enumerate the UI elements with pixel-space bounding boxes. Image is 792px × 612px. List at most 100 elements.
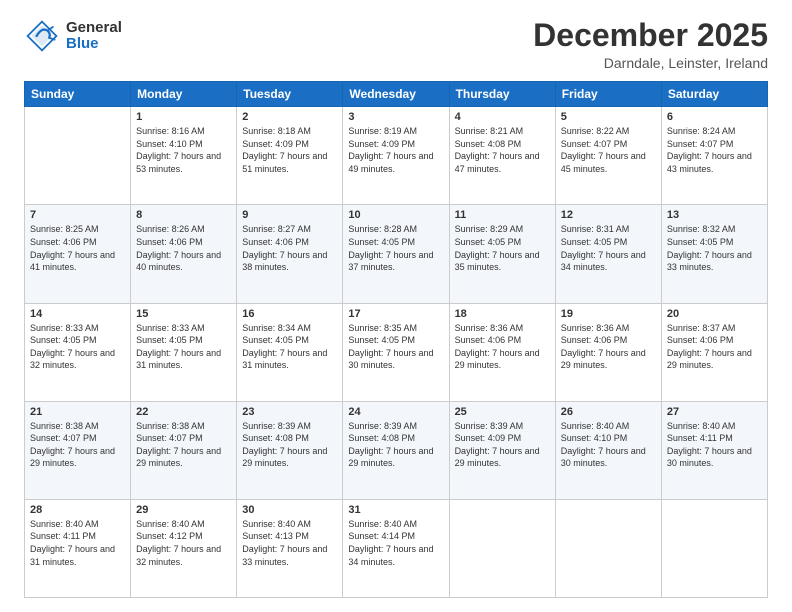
calendar-cell: 22 Sunrise: 8:38 AMSunset: 4:07 PMDayligh… [131,401,237,499]
cell-info: Sunrise: 8:25 AMSunset: 4:06 PMDaylight:… [30,223,125,273]
header: General Blue December 2025 Darndale, Lei… [24,18,768,71]
calendar-cell: 12 Sunrise: 8:31 AMSunset: 4:05 PMDayligh… [555,205,661,303]
calendar-cell: 26Sunrise: 8:40 AMSunset: 4:10 PMDayligh… [555,401,661,499]
cell-info: Sunrise: 8:39 AMSunset: 4:08 PMDaylight:… [348,420,443,470]
cell-day-number: 28 [30,504,125,516]
calendar-cell [661,499,767,597]
col-thursday: Thursday [449,82,555,107]
cell-day-number: 1 [136,111,231,123]
cell-info: Sunrise: 8:32 AMSunset: 4:05 PMDaylight:… [667,223,762,273]
calendar-cell: 10 Sunrise: 8:28 AMSunset: 4:05 PMDayligh… [343,205,449,303]
cell-day-number: 20 [667,308,762,320]
calendar-header: Sunday Monday Tuesday Wednesday Thursday… [25,82,768,107]
week-row-4: 28 Sunrise: 8:40 AMSunset: 4:11 PMDayligh… [25,499,768,597]
calendar-cell: 20 Sunrise: 8:37 AMSunset: 4:06 PMDayligh… [661,303,767,401]
title-section: December 2025 Darndale, Leinster, Irelan… [533,18,768,71]
calendar-cell: 18 Sunrise: 8:36 AMSunset: 4:06 PMDayligh… [449,303,555,401]
cell-day-number: 13 [667,209,762,221]
cell-day-number: 14 [30,308,125,320]
col-wednesday: Wednesday [343,82,449,107]
cell-day-number: 22 [136,406,231,418]
col-tuesday: Tuesday [237,82,343,107]
cell-info: Sunrise: 8:40 AMSunset: 4:10 PMDaylight:… [561,420,656,470]
cell-day-number: 31 [348,504,443,516]
cell-day-number: 3 [348,111,443,123]
cell-info: Sunrise: 8:27 AMSunset: 4:06 PMDaylight:… [242,223,337,273]
cell-info: Sunrise: 8:16 AMSunset: 4:10 PMDaylight:… [136,125,231,175]
cell-day-number: 16 [242,308,337,320]
calendar-cell: 14 Sunrise: 8:33 AMSunset: 4:05 PMDayligh… [25,303,131,401]
calendar-cell: 28 Sunrise: 8:40 AMSunset: 4:11 PMDayligh… [25,499,131,597]
calendar-cell: 30 Sunrise: 8:40 AMSunset: 4:13 PMDayligh… [237,499,343,597]
calendar-cell: 2 Sunrise: 8:18 AMSunset: 4:09 PMDaylight… [237,107,343,205]
calendar-cell: 25Sunrise: 8:39 AMSunset: 4:09 PMDayligh… [449,401,555,499]
calendar-cell: 19 Sunrise: 8:36 AMSunset: 4:06 PMDayligh… [555,303,661,401]
cell-info: Sunrise: 8:38 AMSunset: 4:07 PMDaylight:… [136,420,231,470]
cell-day-number: 2 [242,111,337,123]
calendar-cell: 6 Sunrise: 8:24 AMSunset: 4:07 PMDaylight… [661,107,767,205]
cell-info: Sunrise: 8:40 AMSunset: 4:11 PMDaylight:… [30,518,125,568]
cell-info: Sunrise: 8:24 AMSunset: 4:07 PMDaylight:… [667,125,762,175]
logo-text: General Blue [66,20,122,53]
cell-day-number: 30 [242,504,337,516]
header-row: Sunday Monday Tuesday Wednesday Thursday… [25,82,768,107]
cell-day-number: 6 [667,111,762,123]
cell-info: Sunrise: 8:31 AMSunset: 4:05 PMDaylight:… [561,223,656,273]
cell-day-number: 23 [242,406,337,418]
calendar-cell: 15 Sunrise: 8:33 AMSunset: 4:05 PMDayligh… [131,303,237,401]
calendar-cell: 27 Sunrise: 8:40 AMSunset: 4:11 PMDayligh… [661,401,767,499]
cell-info: Sunrise: 8:18 AMSunset: 4:09 PMDaylight:… [242,125,337,175]
calendar-cell: 29 Sunrise: 8:40 AMSunset: 4:12 PMDayligh… [131,499,237,597]
cell-day-number: 4 [455,111,550,123]
calendar-body: 1 Sunrise: 8:16 AMSunset: 4:10 PMDaylight… [25,107,768,598]
cell-day-number: 9 [242,209,337,221]
cell-day-number: 11 [455,209,550,221]
logo-icon [24,18,60,54]
cell-info: Sunrise: 8:40 AMSunset: 4:13 PMDaylight:… [242,518,337,568]
location: Darndale, Leinster, Ireland [533,55,768,71]
calendar-cell: 7 Sunrise: 8:25 AMSunset: 4:06 PMDaylight… [25,205,131,303]
cell-info: Sunrise: 8:36 AMSunset: 4:06 PMDaylight:… [455,322,550,372]
cell-info: Sunrise: 8:38 AMSunset: 4:07 PMDaylight:… [30,420,125,470]
cell-info: Sunrise: 8:29 AMSunset: 4:05 PMDaylight:… [455,223,550,273]
cell-day-number: 15 [136,308,231,320]
col-sunday: Sunday [25,82,131,107]
month-title: December 2025 [533,18,768,53]
cell-day-number: 17 [348,308,443,320]
calendar-cell: 9 Sunrise: 8:27 AMSunset: 4:06 PMDaylight… [237,205,343,303]
calendar-table: Sunday Monday Tuesday Wednesday Thursday… [24,81,768,598]
cell-day-number: 12 [561,209,656,221]
cell-info: Sunrise: 8:36 AMSunset: 4:06 PMDaylight:… [561,322,656,372]
cell-day-number: 10 [348,209,443,221]
logo: General Blue [24,18,122,54]
week-row-0: 1 Sunrise: 8:16 AMSunset: 4:10 PMDaylight… [25,107,768,205]
cell-day-number: 19 [561,308,656,320]
cell-day-number: 29 [136,504,231,516]
cell-info: Sunrise: 8:39 AMSunset: 4:09 PMDaylight:… [455,420,550,470]
cell-day-number: 27 [667,406,762,418]
week-row-3: 21Sunrise: 8:38 AMSunset: 4:07 PMDayligh… [25,401,768,499]
cell-day-number: 5 [561,111,656,123]
week-row-1: 7 Sunrise: 8:25 AMSunset: 4:06 PMDaylight… [25,205,768,303]
calendar-cell: 13 Sunrise: 8:32 AMSunset: 4:05 PMDayligh… [661,205,767,303]
calendar-cell: 31Sunrise: 8:40 AMSunset: 4:14 PMDayligh… [343,499,449,597]
cell-day-number: 24 [348,406,443,418]
cell-day-number: 18 [455,308,550,320]
cell-info: Sunrise: 8:33 AMSunset: 4:05 PMDaylight:… [30,322,125,372]
cell-info: Sunrise: 8:28 AMSunset: 4:05 PMDaylight:… [348,223,443,273]
col-saturday: Saturday [661,82,767,107]
calendar-cell: 8Sunrise: 8:26 AMSunset: 4:06 PMDaylight… [131,205,237,303]
logo-general-text: General [66,20,122,37]
page: General Blue December 2025 Darndale, Lei… [0,0,792,612]
cell-info: Sunrise: 8:35 AMSunset: 4:05 PMDaylight:… [348,322,443,372]
cell-info: Sunrise: 8:37 AMSunset: 4:06 PMDaylight:… [667,322,762,372]
cell-day-number: 7 [30,209,125,221]
cell-info: Sunrise: 8:22 AMSunset: 4:07 PMDaylight:… [561,125,656,175]
calendar-cell: 24 Sunrise: 8:39 AMSunset: 4:08 PMDayligh… [343,401,449,499]
cell-info: Sunrise: 8:40 AMSunset: 4:12 PMDaylight:… [136,518,231,568]
calendar-cell: 23Sunrise: 8:39 AMSunset: 4:08 PMDayligh… [237,401,343,499]
cell-info: Sunrise: 8:33 AMSunset: 4:05 PMDaylight:… [136,322,231,372]
calendar-cell [555,499,661,597]
calendar-cell: 4Sunrise: 8:21 AMSunset: 4:08 PMDaylight… [449,107,555,205]
cell-info: Sunrise: 8:40 AMSunset: 4:11 PMDaylight:… [667,420,762,470]
